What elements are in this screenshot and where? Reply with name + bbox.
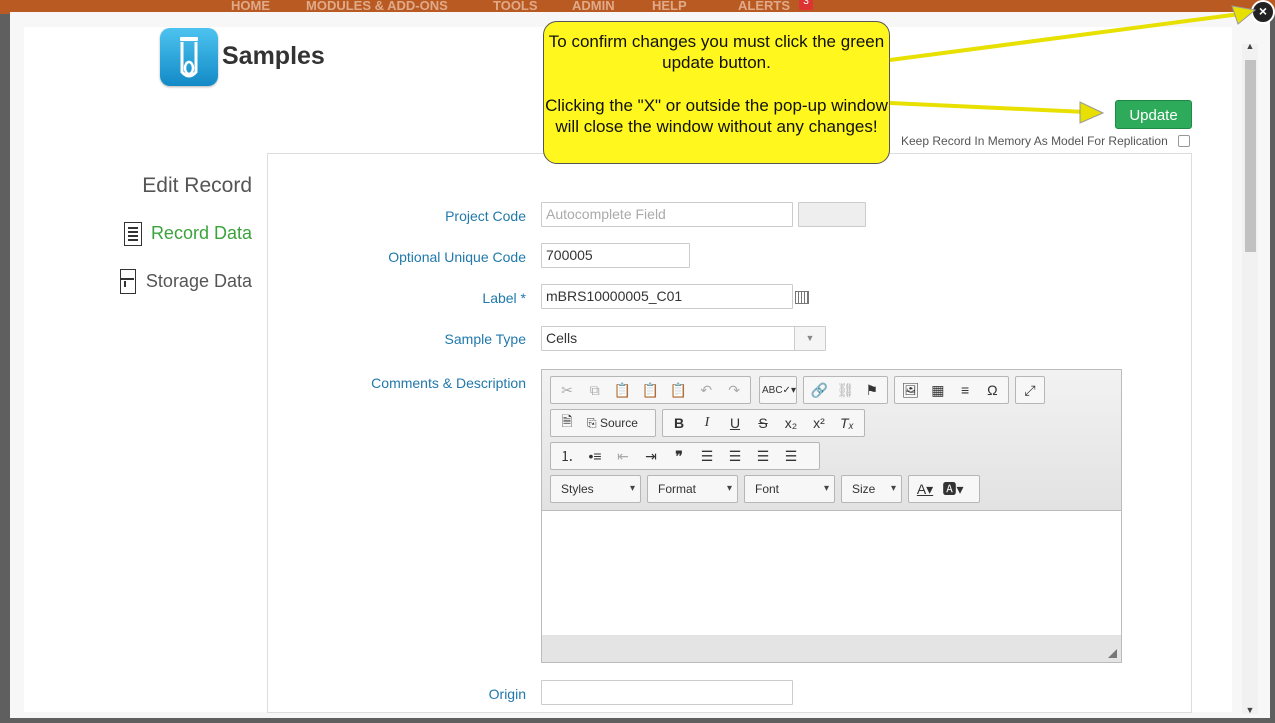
spellcheck-group: ABC✓▾ bbox=[759, 376, 797, 404]
label-field-label: Label * bbox=[482, 290, 526, 306]
scroll-down-arrow-icon[interactable]: ▼ bbox=[1242, 704, 1258, 716]
text-color-icon[interactable]: A▾ bbox=[911, 481, 939, 498]
link-icon[interactable]: 🔗 bbox=[806, 382, 832, 399]
modal-scrollbar[interactable]: ▲ ▼ bbox=[1242, 41, 1258, 716]
paste-icon[interactable]: 📋 bbox=[609, 382, 637, 399]
subscript-icon[interactable]: x₂ bbox=[777, 415, 805, 431]
table-icon[interactable]: ▦ bbox=[924, 382, 951, 399]
basic-styles-group: B I U S x₂ x² Tₓ bbox=[662, 409, 865, 437]
origin-label: Origin bbox=[488, 686, 526, 702]
outdent-icon[interactable]: ⇤ bbox=[609, 448, 637, 465]
sample-type-label: Sample Type bbox=[444, 331, 526, 347]
bulleted-list-icon[interactable]: •≡ bbox=[581, 448, 609, 464]
strikethrough-icon[interactable]: S bbox=[749, 415, 777, 431]
tooltip-line-1: To confirm changes you must click the gr… bbox=[548, 32, 885, 72]
format-dropdown[interactable]: Format bbox=[647, 475, 738, 503]
keep-record-label: Keep Record In Memory As Model For Repli… bbox=[901, 134, 1168, 148]
source-label: Source bbox=[599, 415, 638, 430]
blockquote-icon[interactable]: ❞ bbox=[665, 448, 693, 465]
maximize-group: ⤢ bbox=[1015, 376, 1045, 404]
size-dropdown[interactable]: Size bbox=[841, 475, 902, 503]
horizontal-rule-icon[interactable]: ≡ bbox=[952, 382, 979, 398]
edit-record-heading: Edit Record bbox=[142, 174, 252, 197]
align-right-icon[interactable]: ☰ bbox=[749, 448, 777, 465]
fridge-icon bbox=[120, 269, 136, 294]
editor-toolbar: ✂ ⧉ 📋 📋 📋 ↶ ↷ ABC✓▾ 🔗 ⛓ ⚑ 🖼 ▦ ≡ Ω ⤢ 🗎 ⎘ … bbox=[542, 370, 1121, 511]
samples-app-icon bbox=[160, 28, 218, 86]
numbered-list-icon[interactable]: ⒈ bbox=[553, 446, 581, 466]
project-code-label: Project Code bbox=[445, 208, 526, 224]
anchor-flag-icon[interactable]: ⚑ bbox=[859, 382, 885, 399]
sample-type-select[interactable]: Cells ▼ bbox=[541, 326, 826, 351]
indent-icon[interactable]: ⇥ bbox=[637, 448, 665, 465]
sidebar-item-record-data[interactable]: Record Data bbox=[151, 223, 252, 244]
justify-icon[interactable]: ☰ bbox=[777, 448, 805, 465]
align-center-icon[interactable]: ☰ bbox=[721, 448, 749, 465]
unique-code-label: Optional Unique Code bbox=[388, 249, 526, 265]
comments-label: Comments & Description bbox=[371, 375, 526, 391]
redo-icon[interactable]: ↷ bbox=[720, 382, 748, 399]
tooltip-line-2: Clicking the "X" or outside the pop-up w… bbox=[545, 96, 888, 136]
bold-icon[interactable]: B bbox=[665, 415, 693, 431]
close-modal-button[interactable]: × bbox=[1251, 0, 1275, 24]
calendar-icon[interactable] bbox=[795, 291, 809, 304]
update-button[interactable]: Update bbox=[1115, 100, 1192, 129]
chevron-down-icon[interactable]: ▼ bbox=[794, 327, 825, 350]
resize-handle-icon[interactable] bbox=[1108, 649, 1117, 658]
list-icon bbox=[124, 222, 142, 246]
align-left-icon[interactable]: ☰ bbox=[693, 448, 721, 465]
editor-content-area[interactable] bbox=[542, 511, 1121, 636]
rich-text-editor: ✂ ⧉ 📋 📋 📋 ↶ ↷ ABC✓▾ 🔗 ⛓ ⚑ 🖼 ▦ ≡ Ω ⤢ 🗎 ⎘ … bbox=[541, 369, 1122, 663]
cut-icon[interactable]: ✂ bbox=[553, 382, 581, 399]
maximize-icon[interactable]: ⤢ bbox=[1018, 382, 1042, 399]
label-input[interactable]: mBRS10000005_C01 bbox=[541, 284, 793, 309]
paste-word-icon[interactable]: 📋 bbox=[664, 382, 692, 399]
sample-type-value: Cells bbox=[546, 330, 578, 346]
styles-dropdown[interactable]: Styles bbox=[550, 475, 641, 503]
copy-icon[interactable]: ⧉ bbox=[581, 382, 609, 399]
instruction-tooltip: To confirm changes you must click the gr… bbox=[543, 21, 890, 164]
unique-code-input[interactable]: 700005 bbox=[541, 243, 690, 268]
underline-icon[interactable]: U bbox=[721, 415, 749, 431]
superscript-icon[interactable]: x² bbox=[805, 415, 833, 431]
image-icon[interactable]: 🖼 bbox=[897, 382, 924, 399]
clipboard-group: ✂ ⧉ 📋 📋 📋 ↶ ↷ bbox=[550, 376, 751, 404]
font-dropdown[interactable]: Font bbox=[744, 475, 835, 503]
paragraph-group: ⒈ •≡ ⇤ ⇥ ❞ ☰ ☰ ☰ ☰ bbox=[550, 442, 820, 470]
sidebar-item-storage-data[interactable]: Storage Data bbox=[146, 271, 252, 292]
keep-record-checkbox[interactable] bbox=[1178, 135, 1190, 147]
background-color-icon[interactable]: 🅰▾ bbox=[939, 479, 967, 499]
project-code-input[interactable]: Autocomplete Field bbox=[541, 202, 793, 227]
undo-icon[interactable]: ↶ bbox=[692, 382, 720, 399]
remove-format-icon[interactable]: Tₓ bbox=[833, 415, 861, 431]
spellcheck-icon[interactable]: ABC✓▾ bbox=[762, 385, 796, 396]
unlink-icon[interactable]: ⛓ bbox=[832, 382, 858, 399]
italic-icon[interactable]: I bbox=[693, 415, 721, 431]
source-button[interactable]: ⎘ Source bbox=[581, 416, 644, 431]
special-char-icon[interactable]: Ω bbox=[979, 382, 1006, 398]
link-group: 🔗 ⛓ ⚑ bbox=[803, 376, 888, 404]
scroll-thumb[interactable] bbox=[1245, 60, 1256, 252]
insert-group: 🖼 ▦ ≡ Ω bbox=[894, 376, 1009, 404]
project-code-secondary-field[interactable] bbox=[798, 202, 866, 227]
editor-footer bbox=[542, 635, 1121, 662]
page-title: Samples bbox=[222, 42, 325, 70]
scroll-up-arrow-icon[interactable]: ▲ bbox=[1242, 40, 1258, 52]
document-group: 🗎 ⎘ Source bbox=[550, 409, 656, 437]
preview-icon[interactable]: 🗎 bbox=[553, 411, 581, 435]
color-group: A▾ 🅰▾ bbox=[908, 475, 980, 503]
bg-alert-badge: 3 bbox=[799, 0, 813, 10]
origin-input[interactable] bbox=[541, 680, 793, 705]
paste-text-icon[interactable]: 📋 bbox=[637, 382, 665, 399]
